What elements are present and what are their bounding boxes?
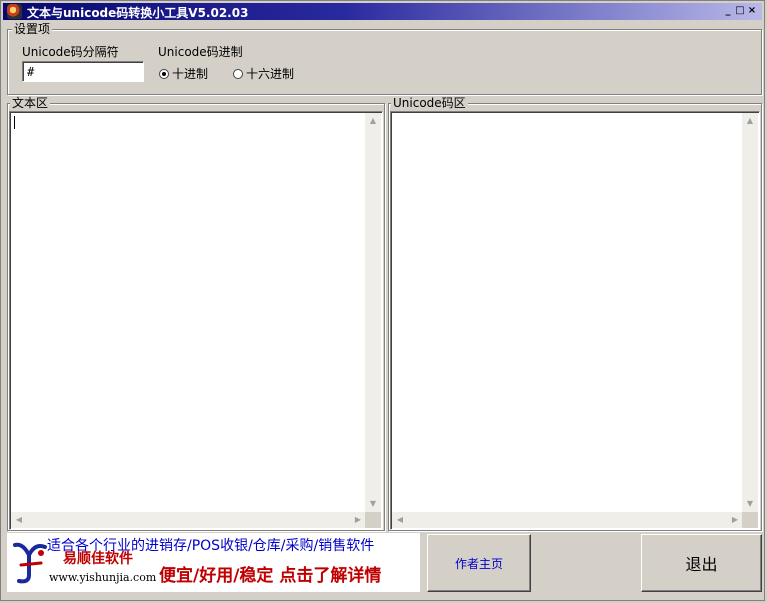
text-caret <box>14 116 15 129</box>
author-home-button[interactable]: 作者主页 <box>427 534 531 592</box>
settings-group-label: 设置项 <box>12 22 53 36</box>
minimize-button[interactable]: _ <box>722 5 734 17</box>
unicode-area-group-label: Unicode码区 <box>391 96 468 110</box>
window-title: 文本与unicode码转换小工具V5.02.03 <box>27 6 249 20</box>
unicode-horizontal-scrollbar[interactable]: ◀ ▶ <box>392 512 743 528</box>
scroll-left-icon[interactable]: ◀ <box>392 512 408 528</box>
text-area-group: 文本区 ▲ ▼ ◀ ▶ <box>7 96 385 531</box>
ad-banner[interactable]: 适合各个行业的进销存/POS收银/仓库/采购/销售软件 易顺佳软件 www.yi… <box>7 533 420 592</box>
unicode-area-group: Unicode码区 ▲ ▼ ◀ ▶ <box>388 96 762 531</box>
settings-group: 设置项 Unicode码分隔符 Unicode码进制 十进制 十六进制 <box>7 22 762 95</box>
unicode-output-area[interactable]: ▲ ▼ ◀ ▶ <box>390 111 760 530</box>
radio-indicator <box>159 68 169 79</box>
text-area-group-label: 文本区 <box>10 96 51 110</box>
scroll-down-icon[interactable]: ▼ <box>365 496 381 512</box>
exit-button[interactable]: 退出 <box>641 534 762 592</box>
title-bar[interactable]: 文本与unicode码转换小工具V5.02.03 _ □ × <box>3 3 762 20</box>
radio-hexadecimal[interactable]: 十六进制 <box>233 65 294 82</box>
separator-label: Unicode码分隔符 <box>22 45 119 59</box>
main-window: 文本与unicode码转换小工具V5.02.03 _ □ × 设置项 Unico… <box>0 0 765 601</box>
radio-indicator <box>233 68 243 79</box>
banner-slogan: 便宜/好用/稳定 点击了解详情 <box>159 566 382 586</box>
text-vertical-scrollbar[interactable]: ▲ ▼ <box>365 113 381 512</box>
close-button[interactable]: × <box>746 5 758 17</box>
scroll-right-icon[interactable]: ▶ <box>350 512 366 528</box>
radio-decimal-label: 十进制 <box>172 67 209 81</box>
radix-label: Unicode码进制 <box>158 45 243 59</box>
banner-brand-name: 易顺佳软件 <box>63 551 133 567</box>
scroll-corner <box>742 512 758 528</box>
radio-decimal[interactable]: 十进制 <box>159 65 208 82</box>
radio-hexadecimal-label: 十六进制 <box>246 67 295 81</box>
banner-brand-url: www.yishunjia.com <box>49 571 157 584</box>
scroll-down-icon[interactable]: ▼ <box>742 496 758 512</box>
scroll-up-icon[interactable]: ▲ <box>365 113 381 129</box>
scroll-up-icon[interactable]: ▲ <box>742 113 758 129</box>
scroll-left-icon[interactable]: ◀ <box>11 512 27 528</box>
text-horizontal-scrollbar[interactable]: ◀ ▶ <box>11 512 366 528</box>
text-input-area[interactable]: ▲ ▼ ◀ ▶ <box>9 111 383 530</box>
separator-input[interactable] <box>22 61 144 82</box>
scroll-corner <box>365 512 381 528</box>
author-home-label: 作者主页 <box>454 556 503 571</box>
maximize-button[interactable]: □ <box>734 5 746 17</box>
exit-label: 退出 <box>685 555 718 574</box>
unicode-vertical-scrollbar[interactable]: ▲ ▼ <box>742 113 758 512</box>
app-icon[interactable] <box>7 4 22 19</box>
scroll-right-icon[interactable]: ▶ <box>727 512 743 528</box>
